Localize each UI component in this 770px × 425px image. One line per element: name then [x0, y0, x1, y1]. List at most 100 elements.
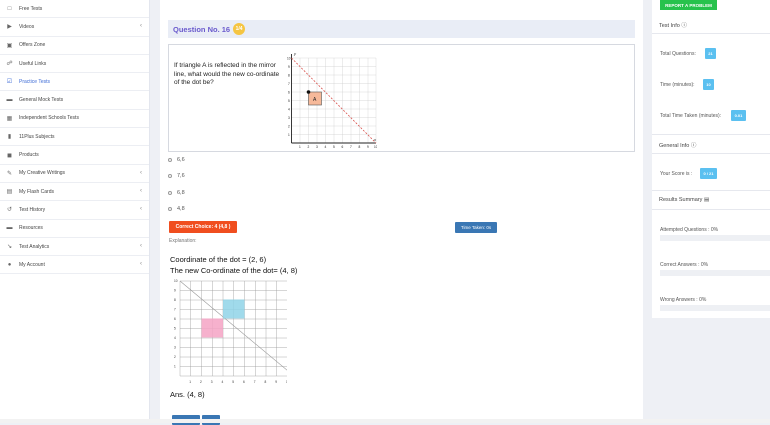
option-1[interactable]: 6,6 — [168, 152, 185, 168]
svg-text:3: 3 — [211, 380, 213, 384]
sidebar-item-label: Practice Tests — [19, 78, 51, 85]
sidebar-item-11plus-subjects[interactable]: ▮ 11Plus Subjects — [0, 128, 149, 147]
options-list: 6,6 7,6 6,8 4,8 — [168, 152, 185, 217]
sidebar-item-useful-links[interactable]: ☍ Useful Links — [0, 55, 149, 74]
attempted-bar — [660, 235, 770, 241]
sidebar-item-label: Videos — [19, 23, 35, 30]
svg-text:9: 9 — [367, 145, 369, 149]
svg-text:3: 3 — [316, 145, 318, 149]
sidebar-item-label: 11Plus Subjects — [19, 133, 55, 140]
svg-text:6: 6 — [174, 317, 176, 321]
svg-text:6: 6 — [243, 380, 245, 384]
time-label: Time (minutes): — [660, 82, 695, 88]
graph-x-label: x — [373, 137, 377, 142]
sidebar-item-my-creative-writings[interactable]: ✎ My Creative Writings ‹ — [0, 165, 149, 183]
score-value: 0 / 21 — [700, 168, 717, 179]
divider — [652, 190, 770, 191]
time-taken-button[interactable]: Time Taken: 0s — [455, 222, 497, 233]
correct-label: Correct Answers : 0% — [660, 262, 709, 268]
radio-icon[interactable] — [168, 174, 172, 179]
sidebar-item-label: Products — [19, 152, 39, 159]
option-2[interactable]: 7,6 — [168, 168, 185, 184]
user-icon: ● — [7, 261, 12, 268]
total-questions-label: Total Questions: — [660, 51, 696, 57]
horizontal-scrollbar[interactable] — [0, 419, 770, 423]
svg-text:8: 8 — [288, 74, 290, 78]
book-icon: ▬ — [6, 97, 13, 104]
svg-text:4: 4 — [288, 108, 290, 112]
time-value: 10 — [703, 79, 714, 90]
svg-text:8: 8 — [174, 298, 176, 302]
total-questions-value: 21 — [705, 48, 716, 59]
sidebar-item-practice-tests[interactable]: ☑ Practice Tests — [0, 73, 149, 92]
school-icon: ▦ — [6, 115, 13, 122]
sidebar-item-products[interactable]: ◼ Products — [0, 146, 149, 165]
chevron-left-icon: ‹ — [140, 206, 142, 213]
sidebar-item-independent-schools-tests[interactable]: ▦ Independent Schools Tests — [0, 110, 149, 129]
question-box: If triangle A is reflected in the mirror… — [168, 44, 635, 152]
radio-icon[interactable] — [168, 158, 172, 163]
svg-text:1: 1 — [189, 380, 191, 384]
question-badge: 1/4 — [233, 23, 246, 35]
sidebar-item-videos[interactable]: ▶ Videos ‹ — [0, 18, 149, 37]
graph-ticks: 1 2 3 4 5 6 7 8 9 10 1 2 3 4 5 6 7 8 9 10 — [287, 57, 377, 150]
bookmark-icon: ▮ — [7, 134, 12, 141]
svg-text:6: 6 — [342, 145, 344, 149]
explanation-graph: 1 1 2 2 3 3 4 4 5 5 6 6 7 7 8 8 9 9 10 10 — [174, 279, 287, 384]
info-icon: ⓘ — [681, 23, 687, 29]
svg-text:5: 5 — [288, 99, 290, 103]
info-icon: ⓘ — [690, 143, 697, 149]
svg-text:2: 2 — [174, 355, 176, 359]
reflected-square — [223, 299, 245, 319]
svg-text:8: 8 — [265, 380, 267, 384]
svg-text:7: 7 — [350, 145, 352, 149]
svg-text:7: 7 — [288, 82, 290, 86]
report-problem-button[interactable]: REPORT A PROBLEM — [660, 0, 717, 10]
dot — [306, 90, 311, 94]
list-icon: ▤ — [703, 197, 710, 203]
attempted-label: Attempted Questions : 0% — [660, 227, 719, 233]
chevron-left-icon: ‹ — [140, 23, 142, 30]
svg-text:4: 4 — [325, 145, 327, 149]
history-icon: ↺ — [6, 207, 13, 214]
svg-text:9: 9 — [288, 65, 290, 69]
option-4[interactable]: 4,8 — [168, 201, 185, 217]
radio-icon[interactable] — [168, 190, 172, 195]
sidebar: □ Free Tests ▶ Videos ‹ ▣ Offers Zone ☍ Useful L… — [0, 0, 150, 423]
sidebar-item-label: Useful Links — [19, 60, 47, 67]
svg-text:1: 1 — [174, 365, 176, 369]
svg-text:3: 3 — [174, 346, 176, 350]
svg-text:10: 10 — [286, 380, 287, 384]
chevron-left-icon: ‹ — [140, 261, 142, 268]
graph-y-label: y — [293, 51, 297, 56]
svg-text:3: 3 — [288, 116, 290, 120]
pencil-icon: ✎ — [6, 170, 13, 177]
svg-text:2: 2 — [200, 380, 202, 384]
option-3[interactable]: 6,8 — [168, 185, 185, 201]
sidebar-item-free-tests[interactable]: □ Free Tests — [0, 0, 149, 19]
svg-text:10: 10 — [374, 145, 377, 149]
sidebar-item-offers-zone[interactable]: ▣ Offers Zone — [0, 37, 149, 55]
divider — [652, 209, 770, 210]
divider — [652, 153, 770, 154]
checklist-icon: ☑ — [6, 79, 13, 86]
sidebar-item-general-mock-tests[interactable]: ▬ General Mock Tests — [0, 91, 149, 110]
sidebar-item-label: General Mock Tests — [19, 97, 64, 104]
sidebar-item-my-flash-cards[interactable]: ▤ My Flash Cards ‹ — [0, 183, 149, 202]
explanation-line-1: Coordinate of the dot = (2, 6) — [170, 255, 267, 264]
sidebar-item-resources[interactable]: ▬ Resources — [0, 220, 149, 238]
svg-text:5: 5 — [232, 380, 234, 384]
explanation-line-2: The new Co-ordinate of the dot= (4, 8) — [170, 266, 298, 275]
sidebar-item-test-history[interactable]: ↺ Test History ‹ — [0, 201, 149, 220]
sidebar-item-test-analytics[interactable]: ↘ Test Analytics ‹ — [0, 238, 149, 257]
radio-icon[interactable] — [168, 207, 172, 212]
correct-bar — [660, 270, 770, 276]
sidebar-item-my-account[interactable]: ● My Account ‹ — [0, 256, 149, 275]
sidebar-item-label: My Flash Cards — [19, 188, 55, 195]
link-icon: ☍ — [6, 61, 13, 68]
chevron-left-icon: ‹ — [140, 242, 142, 249]
correct-choice-button[interactable]: Correct Choice: 4 (4,8 ) — [169, 221, 237, 233]
svg-text:5: 5 — [333, 145, 335, 149]
divider — [652, 33, 770, 34]
svg-text:8: 8 — [359, 145, 361, 149]
